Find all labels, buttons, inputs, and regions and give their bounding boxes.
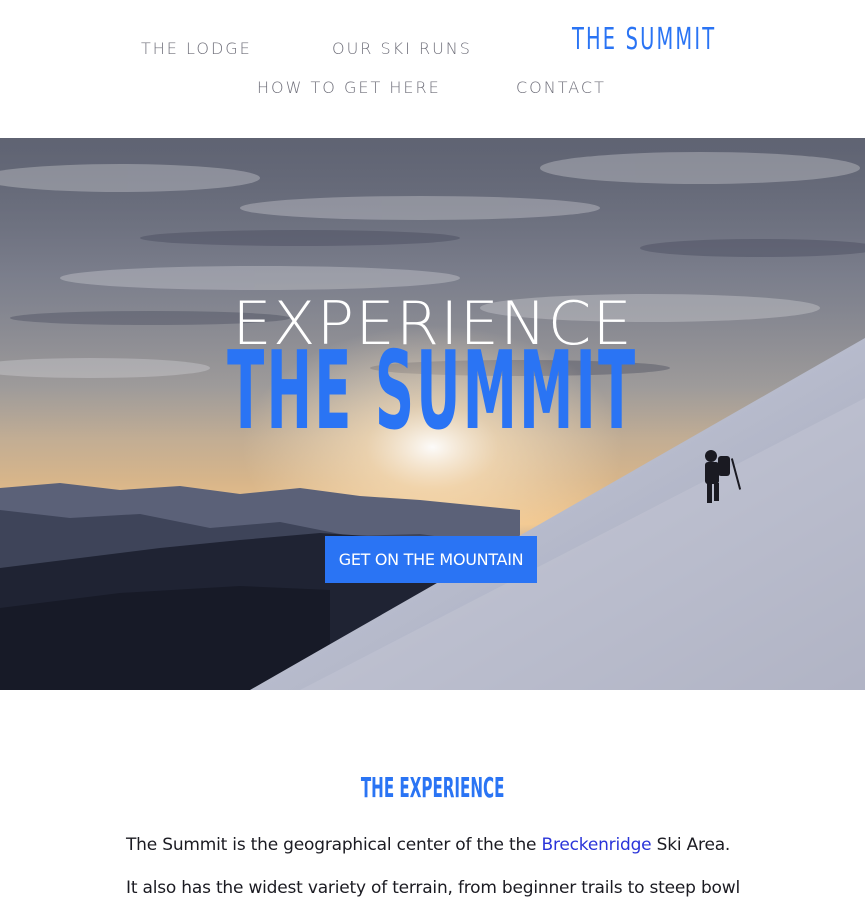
brand-logo[interactable]: THE SUMMIT bbox=[572, 22, 716, 62]
nav-link-the-lodge[interactable]: THE LODGE bbox=[141, 39, 252, 58]
nav-link-contact[interactable]: CONTACT bbox=[516, 78, 606, 97]
nav-link-how-to-get-here[interactable]: HOW TO GET HERE bbox=[257, 78, 441, 97]
site-header: THE LODGE OUR SKI RUNS THE SUMMIT HOW TO… bbox=[0, 0, 865, 138]
experience-paragraph-2: It also has the widest variety of terrai… bbox=[126, 878, 740, 898]
para1-text-before: The Summit is the geographical center of… bbox=[126, 835, 542, 855]
section-heading-the-experience: THE EXPERIENCE bbox=[360, 771, 505, 804]
breckenridge-link[interactable]: Breckenridge bbox=[542, 835, 652, 855]
hero-title: THE SUMMIT bbox=[227, 329, 638, 454]
nav-link-our-ski-runs[interactable]: OUR SKI RUNS bbox=[332, 39, 472, 58]
experience-paragraph-1: The Summit is the geographical center of… bbox=[126, 833, 766, 857]
hero-section: EXPERIENCE THE SUMMIT GET ON THE MOUNTAI… bbox=[0, 138, 865, 690]
para1-text-after: Ski Area. bbox=[651, 835, 731, 855]
get-on-the-mountain-button[interactable]: GET ON THE MOUNTAIN bbox=[325, 536, 537, 583]
